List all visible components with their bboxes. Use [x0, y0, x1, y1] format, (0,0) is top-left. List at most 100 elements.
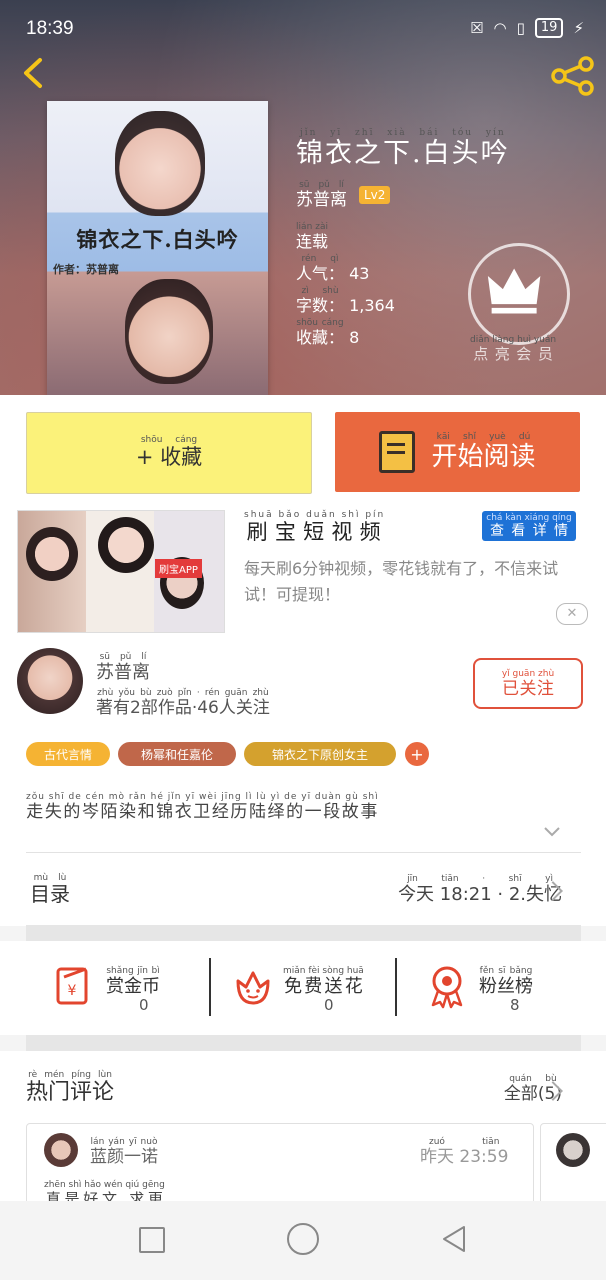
favorites-value: 8	[349, 328, 360, 347]
book-cover[interactable]: 锦衣之下.白头吟 作者：苏普离	[47, 101, 268, 395]
book-status-text: 连载	[296, 232, 329, 251]
ad-title-text: 刷宝短视频	[244, 520, 386, 544]
follow-text: 已关注	[501, 678, 555, 699]
share-icon[interactable]	[550, 56, 596, 96]
popularity-pinyin: rén qì	[296, 254, 345, 264]
book-status: 连载lián zài	[296, 222, 328, 252]
free-flower-value: 0	[324, 996, 334, 1014]
add-tag-button[interactable]: +	[405, 742, 429, 766]
reward-coins-value: 0	[139, 996, 149, 1014]
word-count-label: 字数：	[296, 296, 345, 315]
ad-title-pinyin: shuā bǎo duǎn shì pín	[244, 510, 386, 520]
tag-item[interactable]: 古代言情	[26, 742, 110, 766]
tag-item[interactable]: 锦衣之下原创女主	[244, 742, 396, 766]
crown-icon	[487, 268, 541, 314]
fan-ranking-label[interactable]: 粉丝榜fěn sī bǎng	[479, 966, 533, 998]
ad-cta-pinyin: chá kàn xiáng qíng	[486, 512, 572, 523]
cover-title: 锦衣之下.白头吟	[76, 227, 239, 252]
toc-label-pinyin: mù lù	[30, 873, 70, 883]
home-icon[interactable]	[287, 1223, 319, 1255]
table-of-contents-label[interactable]: 目录mù lù	[30, 873, 70, 907]
vip-label-pinyin: diǎn liàng huì yuán	[470, 335, 557, 345]
back-arrow-icon[interactable]	[18, 56, 52, 90]
author-name[interactable]: 苏普离sū pǔ lí	[96, 652, 150, 684]
fan-ranking-value: 8	[510, 996, 520, 1014]
commenter-avatar[interactable]	[44, 1133, 78, 1167]
author-stats-text: 著有2部作品·46人关注	[96, 698, 270, 718]
hot-comments-pinyin: rè mén píng lùn	[26, 1070, 114, 1080]
ad-close-button[interactable]: ✕	[556, 603, 588, 625]
recent-apps-icon[interactable]	[139, 1227, 165, 1253]
book-status-pinyin: lián zài	[296, 222, 329, 232]
book-summary: 走失的岑陌染和锦衣卫经历陆绎的一段故事zǒu shī de cén mò rǎn…	[26, 792, 586, 822]
hot-comments-label: 热门评论rè mén píng lùn	[26, 1070, 114, 1106]
svg-text:¥: ¥	[68, 983, 77, 999]
stats-divider	[395, 958, 397, 1016]
reward-coins-label[interactable]: 赏金币shǎng jīn bì	[106, 966, 160, 998]
back-triangle-icon[interactable]	[440, 1224, 468, 1254]
tag-label: 杨幂和任嘉伦	[140, 747, 213, 762]
tag-label: 锦衣之下原创女主	[271, 747, 368, 762]
favorite-label: + 收藏	[135, 445, 203, 469]
reward-coins-text: 赏金币	[106, 976, 160, 997]
coin-envelope-icon[interactable]: ¥	[52, 963, 98, 1009]
free-flower-label[interactable]: 免费送花miǎn fèi sòng huā	[283, 966, 364, 998]
latest-chapter-pinyin: jīn tiān · shī yì	[398, 874, 562, 884]
start-reading-button[interactable]: 开始阅读kāi shǐ yuè dú	[335, 412, 580, 492]
level-badge: Lv2	[359, 186, 391, 204]
follow-button[interactable]: 已关注yǐ guān zhù	[473, 658, 583, 709]
author-name-pinyin: sū pǔ lí	[96, 652, 150, 662]
book-title: 锦衣之下.白头吟jǐn yī zhī xià bái tóu yín	[296, 128, 510, 170]
ad-person-2	[98, 517, 154, 573]
battery-icon: 19	[534, 18, 564, 38]
comment-time-pinyin: zuó tiān	[420, 1137, 509, 1147]
favorite-button[interactable]: + 收藏shōu cáng	[26, 412, 312, 494]
popularity-value: 43	[349, 264, 370, 283]
section-gap	[26, 925, 581, 941]
book-author[interactable]: 苏普离	[296, 190, 347, 210]
free-flower-pinyin: miǎn fèi sòng huā	[283, 966, 364, 976]
cover-portrait-top	[115, 111, 205, 216]
charging-icon: ⚡	[573, 19, 584, 37]
vip-label-text: 点亮会员	[470, 345, 557, 363]
fan-ranking-pinyin: fěn sī bǎng	[479, 966, 533, 976]
fan-ranking-text: 粉丝榜	[479, 976, 533, 997]
word-count-pinyin: zì shù	[296, 286, 345, 296]
cover-portrait-bottom	[125, 279, 213, 384]
status-icons: ☒ ◠ ▯ 19 ⚡	[470, 18, 584, 38]
book-title-text: 锦衣之下.白头吟	[296, 138, 510, 169]
ribbon-icon[interactable]	[424, 963, 470, 1009]
tag-item[interactable]: 杨幂和任嘉伦	[118, 742, 236, 766]
book-icon	[379, 431, 416, 473]
chevron-down-icon[interactable]	[542, 822, 562, 842]
cover-author: 作者：苏普离	[53, 263, 119, 276]
commenter-name[interactable]: 蓝颜一诺lán yán yī nuò	[90, 1137, 158, 1167]
ad-cta-text: 查看详情	[486, 522, 572, 539]
favorites-pinyin: shōu cáng	[296, 318, 344, 328]
divider	[26, 852, 581, 853]
book-author-pinyin: sū pǔ lí	[296, 180, 347, 190]
ad-title[interactable]: 刷宝短视频shuā bǎo duǎn shì pín	[244, 510, 385, 546]
ad-description: 每天刷6分钟视频，零花钱就有了，不信来试试！可提现！	[244, 559, 559, 604]
commenter-avatar[interactable]	[556, 1133, 590, 1167]
start-reading-label: 开始阅读	[431, 441, 536, 472]
status-time: 18:39	[26, 18, 74, 39]
ad-image[interactable]: 刷宝APP	[17, 510, 225, 633]
toc-label-text: 目录	[30, 882, 70, 906]
author-stats-pinyin: zhù yǒu bù zuò pǐn · rén guān zhù	[96, 688, 270, 698]
flower-icon[interactable]	[230, 963, 276, 1009]
favorite-pinyin: shōu cáng	[135, 435, 203, 445]
summary-text: 走失的岑陌染和锦衣卫经历陆绎的一段故事	[26, 802, 379, 822]
vip-button[interactable]	[468, 243, 570, 345]
vibrate-icon: ▯	[516, 19, 525, 37]
ad-view-details-button[interactable]: 查看详情chá kàn xiáng qíng	[482, 511, 576, 541]
author-stats: 著有2部作品·46人关注zhù yǒu bù zuò pǐn · rén guā…	[96, 688, 270, 718]
latest-chapter[interactable]: 今天 18:21 · 2.失忆jīn tiān · shī yì	[398, 874, 562, 906]
popularity-label: 人气：	[296, 264, 345, 283]
ad-person-1	[26, 527, 78, 581]
commenter-name-pinyin: lán yán yī nuò	[90, 1137, 158, 1147]
author-avatar[interactable]	[17, 648, 83, 714]
commenter-name-text: 蓝颜一诺	[90, 1147, 158, 1167]
book-favorites: 收藏：shōu cáng 8	[296, 318, 359, 348]
follow-pinyin: yǐ guān zhù	[501, 668, 555, 679]
